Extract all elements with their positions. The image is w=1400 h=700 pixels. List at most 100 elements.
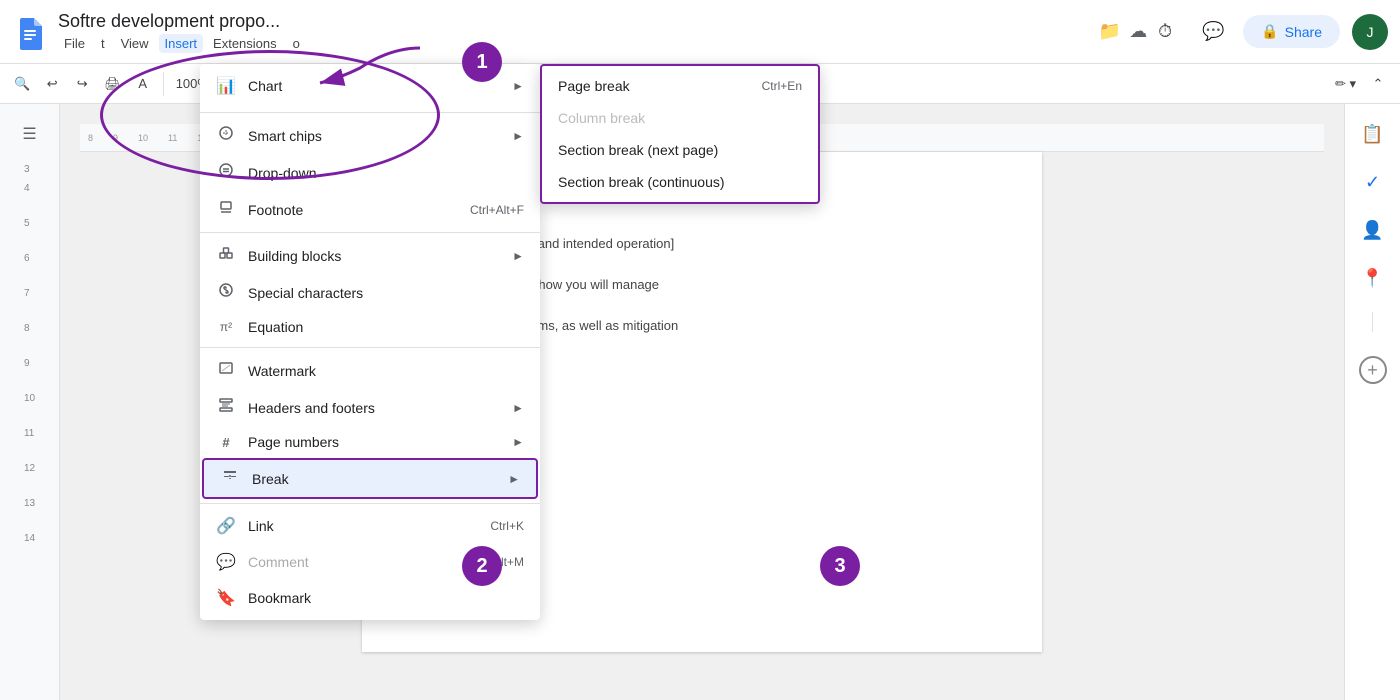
chart-icon: 📊	[216, 76, 236, 96]
insert-menu: 📊 Chart ► Smart chips ► Drop-down Footno…	[200, 64, 540, 620]
divider-right	[1372, 312, 1373, 332]
annotation-3: 3	[820, 546, 860, 586]
share-button[interactable]: 🔒 Share	[1243, 15, 1340, 48]
watermark-label: Watermark	[248, 363, 524, 379]
link-shortcut: Ctrl+K	[490, 519, 524, 533]
right-sidebar: 📋 ✓ 👤 📍 +	[1344, 104, 1400, 700]
menu-div-2	[200, 232, 540, 233]
doc-title[interactable]: Softre development propo...	[58, 11, 458, 32]
building-blocks-icon	[216, 245, 236, 266]
menu-file[interactable]: File	[58, 34, 91, 53]
submenu-page-break[interactable]: Page break Ctrl+En	[542, 70, 818, 102]
menu-div-1	[200, 112, 540, 113]
link-label: Link	[248, 518, 478, 534]
submenu-section-break-cont[interactable]: Section break (continuous)	[542, 166, 818, 198]
footnote-shortcut: Ctrl+Alt+F	[470, 203, 524, 217]
docs-icon	[12, 14, 48, 50]
menu-item-equation[interactable]: π² Equation	[200, 311, 540, 343]
menu-item-watermark[interactable]: Watermark	[200, 352, 540, 389]
tasks-icon[interactable]: ✓	[1355, 164, 1391, 200]
doc-title-area: Softre development propo... File t View …	[58, 11, 1091, 53]
comment-icon[interactable]: 💬	[1195, 14, 1231, 50]
menu-item-break[interactable]: Break ►	[202, 458, 538, 499]
building-blocks-arrow: ►	[512, 249, 524, 263]
annotation-2: 2	[462, 546, 502, 586]
cloud-icon[interactable]: ☁	[1129, 21, 1147, 42]
equation-label: Equation	[248, 319, 524, 335]
bookmark-label: Bookmark	[248, 590, 524, 606]
divider-1	[163, 72, 164, 96]
menu-div-4	[200, 503, 540, 504]
share-label: Share	[1285, 24, 1322, 40]
headers-footers-icon	[216, 397, 236, 418]
menu-item-smart-chips[interactable]: Smart chips ►	[200, 117, 540, 154]
folder-icon[interactable]: 📁	[1099, 21, 1121, 42]
section-break-next-label: Section break (next page)	[558, 142, 718, 158]
menu-o[interactable]: o	[287, 34, 306, 53]
link-icon: 🔗	[216, 516, 236, 536]
watermark-icon	[216, 360, 236, 381]
lock-icon: 🔒	[1261, 23, 1278, 40]
page-numbers-label: Page numbers	[248, 434, 500, 450]
dropdown-icon	[216, 162, 236, 183]
headers-footers-label: Headers and footers	[248, 400, 500, 416]
menu-item-special-chars[interactable]: Special characters	[200, 274, 540, 311]
menu-bar: File t View Insert Extensions o	[58, 34, 1091, 53]
page-break-label: Page break	[558, 78, 630, 94]
headers-footers-arrow: ►	[512, 401, 524, 415]
menu-item-page-numbers[interactable]: # Page numbers ►	[200, 426, 540, 458]
outline-icon[interactable]: ☰	[12, 116, 48, 152]
column-break-label: Column break	[558, 110, 645, 126]
comment-menu-icon: 💬	[216, 552, 236, 572]
special-chars-label: Special characters	[248, 285, 524, 301]
top-right-controls: ⏱ 💬 🔒 Share J	[1147, 14, 1388, 50]
annotation-1: 1	[462, 42, 502, 82]
menu-item-building-blocks[interactable]: Building blocks ►	[200, 237, 540, 274]
chart-label: Chart	[248, 78, 500, 94]
contacts-icon[interactable]: 👤	[1355, 212, 1391, 248]
collapse-btn[interactable]: ⌃	[1364, 72, 1392, 96]
smart-chips-arrow: ►	[512, 129, 524, 143]
equation-icon: π²	[216, 320, 236, 334]
footnote-label: Footnote	[248, 202, 458, 218]
chart-arrow: ►	[512, 79, 524, 93]
menu-div-3	[200, 347, 540, 348]
break-submenu: Page break Ctrl+En Column break Section …	[540, 64, 820, 204]
menu-item-headers-footers[interactable]: Headers and footers ►	[200, 389, 540, 426]
menu-item-link[interactable]: 🔗 Link Ctrl+K	[200, 508, 540, 544]
break-icon	[220, 468, 240, 489]
format-paint-btn[interactable]: A	[129, 72, 157, 95]
menu-item-bookmark[interactable]: 🔖 Bookmark	[200, 580, 540, 616]
menu-view[interactable]: View	[115, 34, 155, 53]
left-sidebar: ☰ 3 4 5 6 7 8 9 10 11 12 13 14	[0, 104, 60, 700]
top-bar: Softre development propo... File t View …	[0, 0, 1400, 64]
page-break-shortcut: Ctrl+En	[762, 79, 802, 93]
menu-t[interactable]: t	[95, 34, 111, 53]
add-plugin-btn[interactable]: +	[1359, 356, 1387, 384]
history-icon[interactable]: ⏱	[1147, 14, 1183, 50]
avatar[interactable]: J	[1352, 14, 1388, 50]
menu-item-dropdown[interactable]: Drop-down	[200, 154, 540, 191]
bookmark-icon: 🔖	[216, 588, 236, 608]
submenu-column-break[interactable]: Column break	[542, 102, 818, 134]
menu-item-footnote[interactable]: Footnote Ctrl+Alt+F	[200, 191, 540, 228]
page-numbers-arrow: ►	[512, 435, 524, 449]
undo-btn[interactable]: ↩	[38, 72, 66, 96]
edit-mode-btn[interactable]: ✏ ▾	[1329, 72, 1362, 96]
print-btn[interactable]: 🖨	[98, 72, 127, 96]
footnote-icon	[216, 199, 236, 220]
break-arrow: ►	[508, 472, 520, 486]
submenu-section-break-next[interactable]: Section break (next page)	[542, 134, 818, 166]
notes-icon[interactable]: 📋	[1355, 116, 1391, 152]
menu-extensions[interactable]: Extensions	[207, 34, 283, 53]
smart-chips-label: Smart chips	[248, 128, 500, 144]
comment-menu-label: Comment	[248, 554, 455, 570]
menu-insert[interactable]: Insert	[159, 34, 204, 53]
special-chars-icon	[216, 282, 236, 303]
section-break-cont-label: Section break (continuous)	[558, 174, 725, 190]
break-label: Break	[252, 471, 496, 487]
redo-btn[interactable]: ↪	[68, 72, 96, 96]
ruler-numbers: 3 4 5 6 7 8 9 10 11 12 13 14	[24, 164, 35, 544]
search-btn[interactable]: 🔍	[8, 72, 36, 96]
maps-icon[interactable]: 📍	[1355, 260, 1391, 296]
